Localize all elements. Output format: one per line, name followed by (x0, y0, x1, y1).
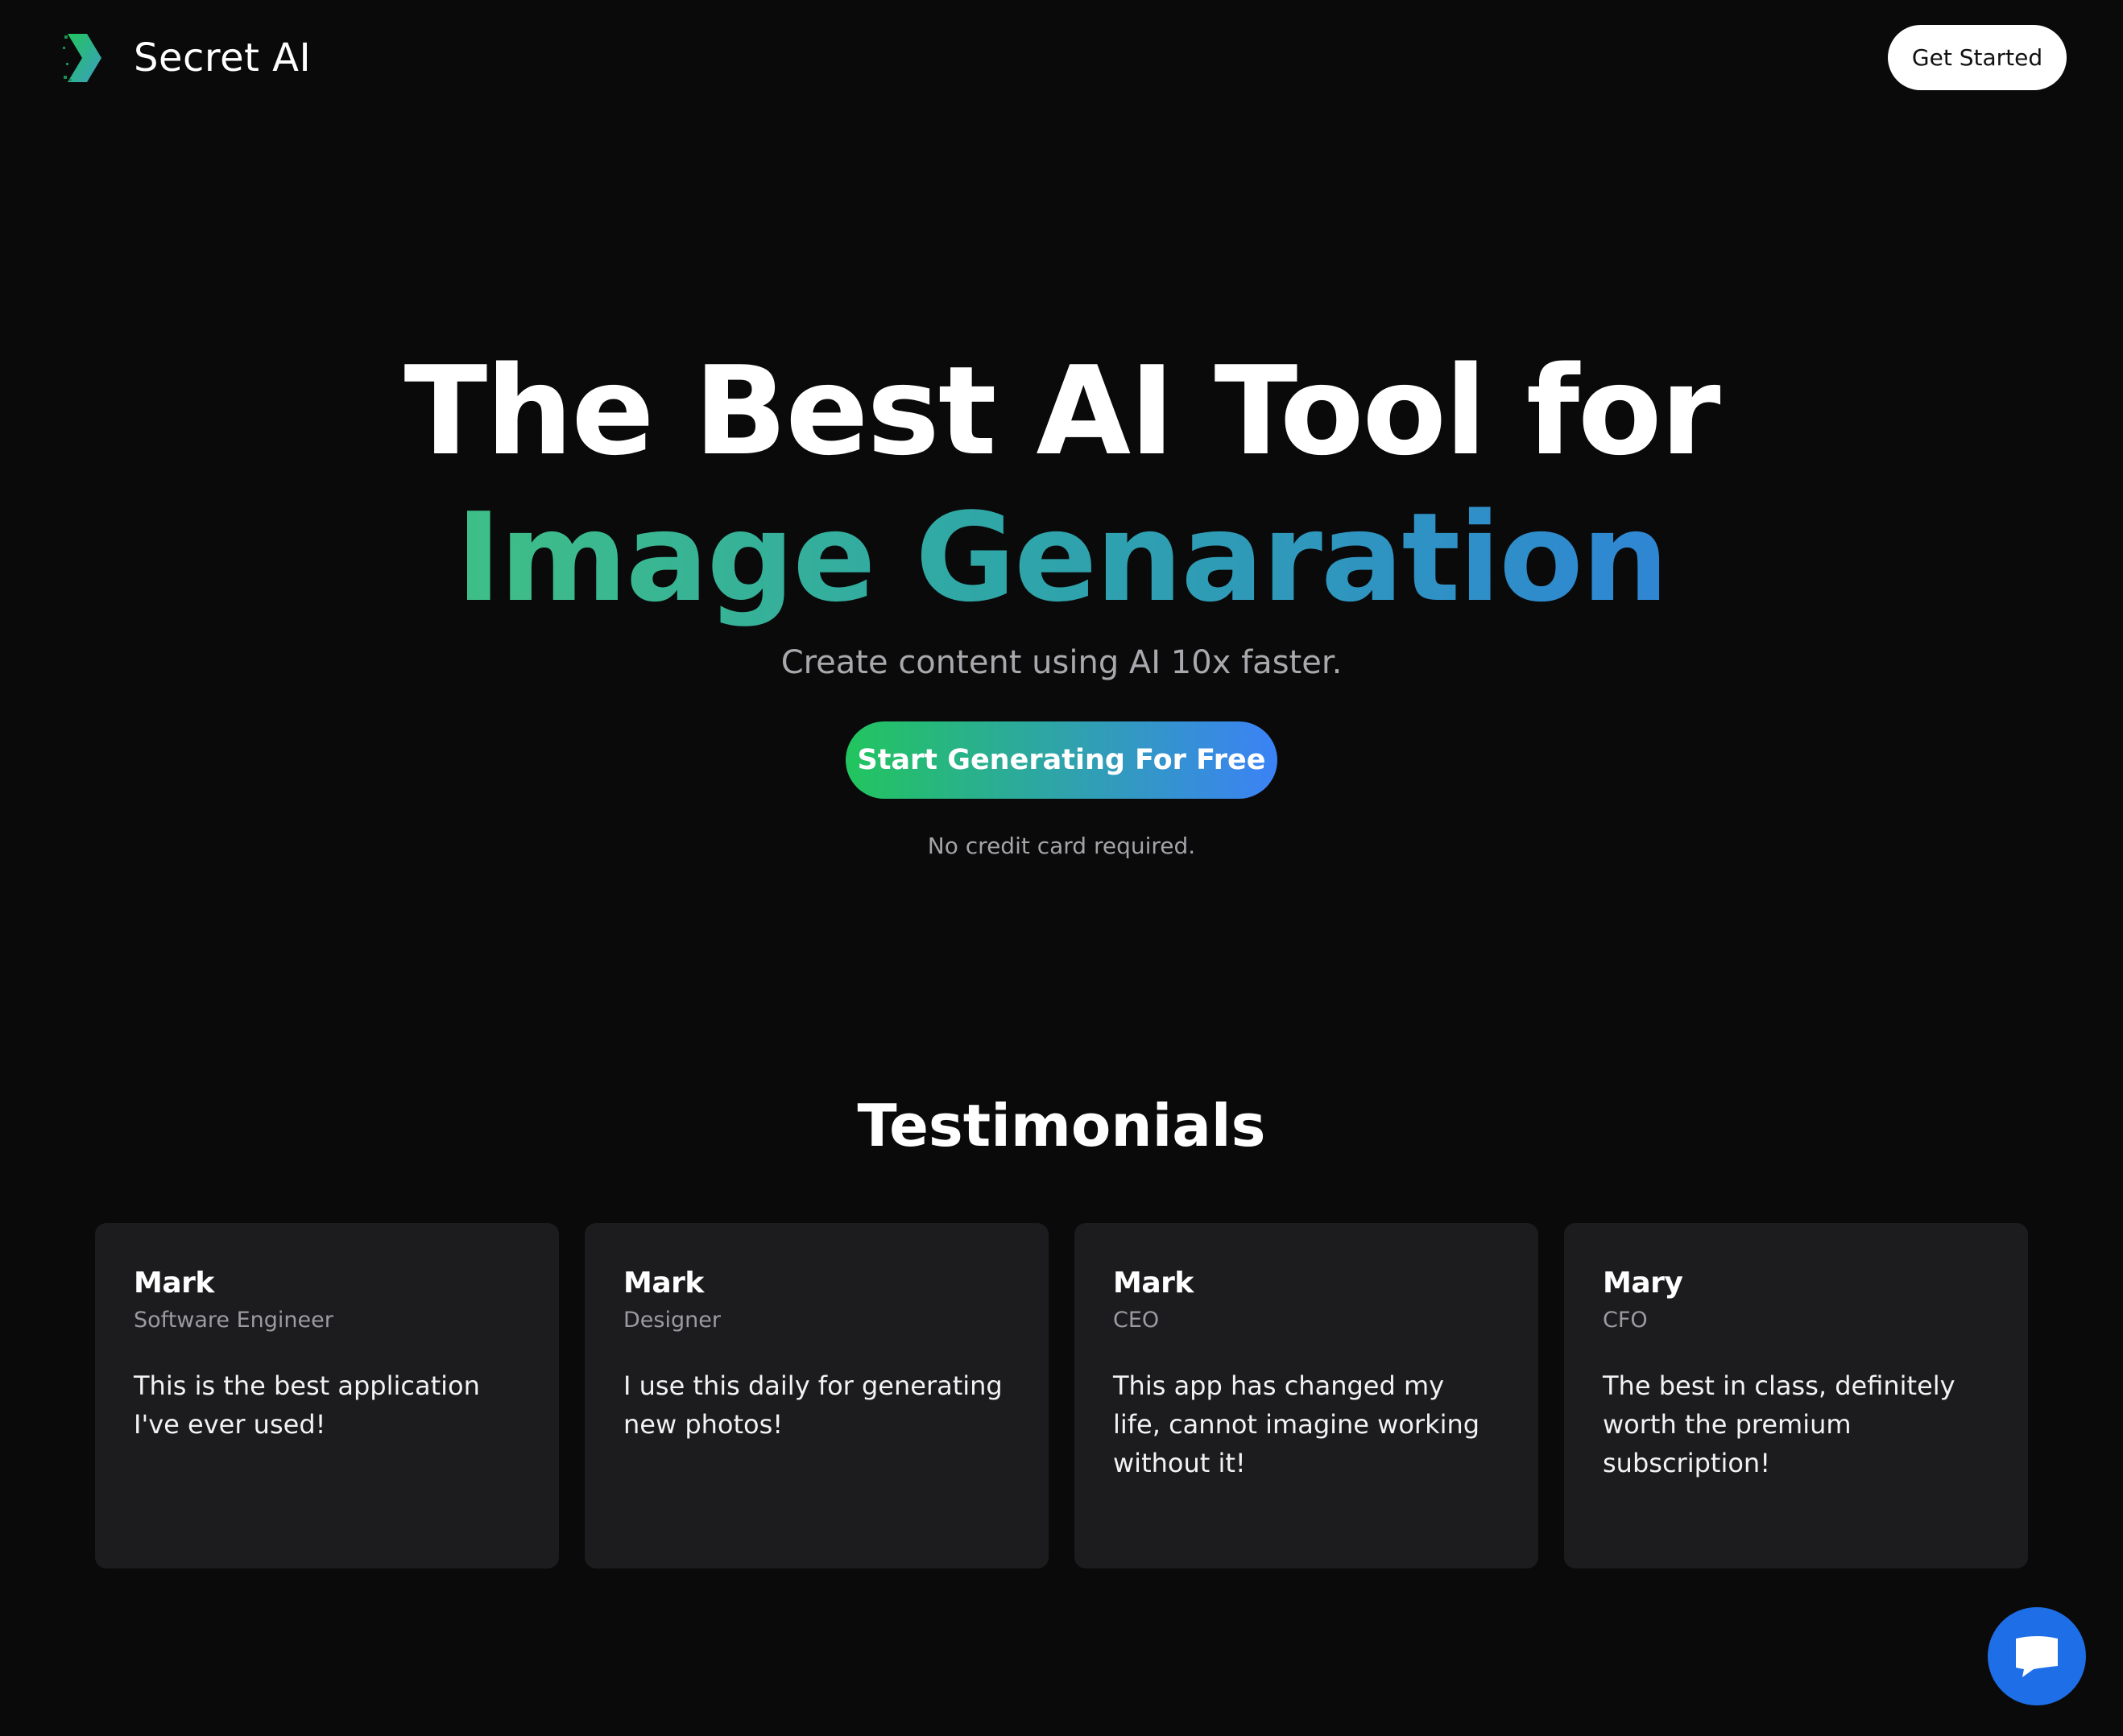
testimonials-heading: Testimonials (857, 1092, 1266, 1159)
testimonial-quote: I use this daily for generating new phot… (623, 1370, 1003, 1440)
hero-title-gradient-line: Image Genaration (456, 485, 1669, 639)
testimonial-card: Mark CEO This app has changed my life, c… (1074, 1223, 1538, 1569)
testimonial-role: CFO (1603, 1308, 1648, 1333)
testimonial-name: Mary (1603, 1267, 1683, 1300)
get-started-button[interactable]: Get Started (1888, 25, 2067, 90)
testimonial-name: Mark (623, 1267, 704, 1300)
site-header: Secret AI Get Started (0, 0, 2123, 117)
testimonial-card: Mary CFO The best in class, definitely w… (1564, 1223, 2028, 1569)
testimonial-role: CEO (1113, 1308, 1160, 1333)
testimonial-name: Mark (134, 1267, 214, 1300)
hero-title-line1: The Best AI Tool for (403, 340, 1721, 482)
brand-logo-link[interactable]: Secret AI (63, 31, 311, 85)
testimonial-quote: This app has changed my life, cannot ima… (1113, 1370, 1480, 1478)
no-credit-card-note: No credit card required. (927, 833, 1196, 859)
testimonial-card: Mark Designer I use this daily for gener… (585, 1223, 1049, 1569)
testimonial-name: Mark (1113, 1267, 1194, 1300)
testimonial-quote: The best in class, definitely worth the … (1603, 1370, 1955, 1478)
start-generating-button[interactable]: Start Generating For Free (846, 721, 1277, 799)
testimonial-quote: This is the best application I've ever u… (134, 1370, 480, 1440)
chat-bubble-icon (2016, 1636, 2058, 1677)
testimonial-role: Designer (623, 1308, 721, 1333)
testimonial-card: Mark Software Engineer This is the best … (95, 1223, 559, 1569)
hero-title: The Best AI Tool for Image Genaration (0, 338, 2123, 639)
brand-name: Secret AI (134, 35, 312, 81)
testimonial-cards: Mark Software Engineer This is the best … (95, 1223, 2028, 1569)
hero-subtitle: Create content using AI 10x faster. (780, 644, 1343, 681)
landing-page: Secret AI Get Started The Best AI Tool f… (0, 0, 2123, 1736)
chat-launcher-button[interactable] (1988, 1607, 2086, 1705)
testimonial-role: Software Engineer (134, 1308, 333, 1333)
chevron-logo-icon (63, 34, 101, 82)
